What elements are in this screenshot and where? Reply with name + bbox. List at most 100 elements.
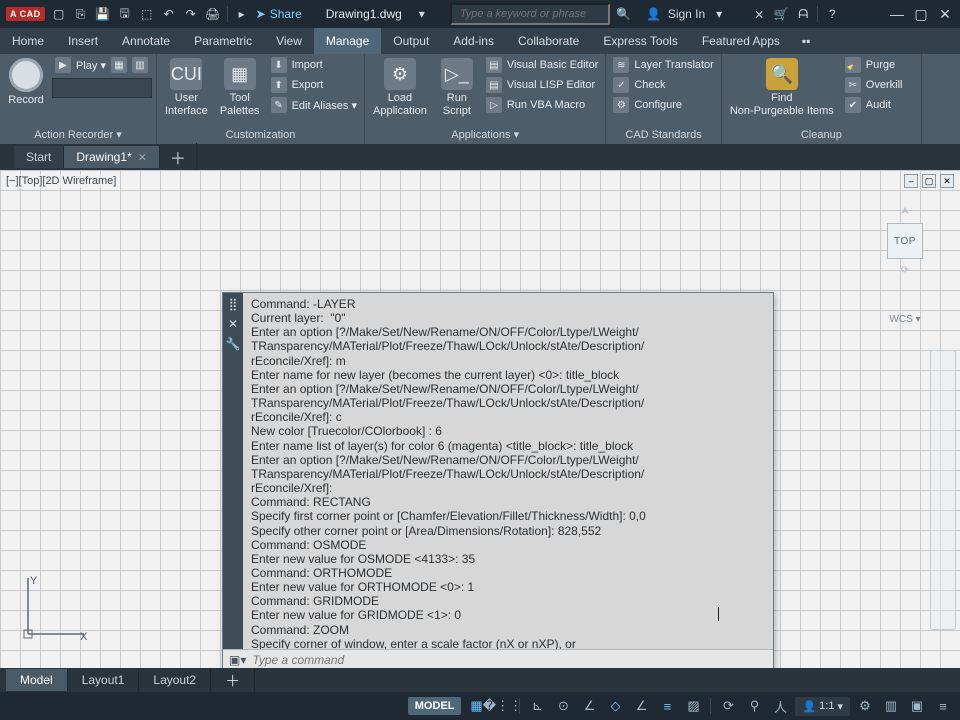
vb-editor-button[interactable]: ▤ Visual Basic Editor bbox=[483, 56, 602, 74]
qat-overflow-icon[interactable]: ▸ bbox=[234, 6, 250, 22]
viewport-label[interactable]: [−][Top][2D Wireframe] bbox=[4, 174, 118, 188]
tab-annotate[interactable]: Annotate bbox=[110, 28, 182, 54]
panel-title: Cleanup bbox=[726, 127, 917, 144]
tab-overflow-icon[interactable]: ▪▪ bbox=[792, 28, 821, 54]
import-button[interactable]: ⬇ Import bbox=[268, 56, 360, 74]
cmdwin-close-icon[interactable]: ✕ bbox=[228, 317, 238, 331]
tab-insert[interactable]: Insert bbox=[56, 28, 110, 54]
wrench-icon[interactable]: 🔧 bbox=[226, 337, 241, 351]
export-button[interactable]: ⬆ Export bbox=[268, 76, 360, 94]
customize-icon[interactable]: ≡ bbox=[932, 696, 954, 716]
layout-model[interactable]: Model bbox=[6, 669, 68, 691]
transparency-icon[interactable]: ▨ bbox=[682, 696, 704, 716]
signin-dropdown-icon[interactable]: ▾ bbox=[711, 6, 727, 22]
check-button[interactable]: ✓ Check bbox=[610, 76, 716, 94]
doctab-start[interactable]: Start bbox=[14, 146, 64, 168]
find-nonpurgeable-button[interactable]: 🔍 Find Non-Purgeable Items bbox=[726, 56, 838, 119]
help-icon[interactable]: ? bbox=[824, 6, 840, 22]
lisp-editor-button[interactable]: ▤ Visual LISP Editor bbox=[483, 76, 602, 94]
navigation-bar[interactable] bbox=[930, 350, 956, 630]
doc-dropdown-icon[interactable]: ▾ bbox=[414, 6, 430, 22]
user-icon[interactable]: 👤 bbox=[646, 6, 662, 22]
gear-icon[interactable]: ⚙ bbox=[854, 696, 876, 716]
minimize-button[interactable]: — bbox=[888, 6, 906, 23]
command-input[interactable] bbox=[252, 653, 767, 667]
tab-addins[interactable]: Add-ins bbox=[441, 28, 506, 54]
panel-title[interactable]: Action Recorder ▾ bbox=[4, 126, 152, 144]
tab-parametric[interactable]: Parametric bbox=[182, 28, 264, 54]
close-button[interactable]: ✕ bbox=[936, 6, 954, 23]
saveas-icon[interactable]: 🖫 bbox=[117, 6, 133, 22]
signin-label[interactable]: Sign In bbox=[668, 7, 705, 21]
drawing-canvas[interactable]: [−][Top][2D Wireframe] – ▢ ✕ ⮝ TOP ⟳ WCS… bbox=[0, 170, 960, 668]
share-button[interactable]: ➤ Share bbox=[256, 7, 302, 21]
audit-button[interactable]: ✔ Audit bbox=[842, 96, 906, 114]
tab-home[interactable]: Home bbox=[0, 28, 56, 54]
close-icon[interactable]: ✕ bbox=[138, 151, 147, 164]
layout-layout2[interactable]: Layout2 bbox=[139, 669, 211, 691]
viewcube-face[interactable]: TOP bbox=[887, 223, 923, 259]
tab-view[interactable]: View bbox=[264, 28, 314, 54]
layout-layout1[interactable]: Layout1 bbox=[68, 669, 140, 691]
load-application-button[interactable]: ⚙ Load Application bbox=[369, 56, 431, 119]
record-button[interactable]: Record bbox=[4, 56, 48, 109]
annomonitor-icon[interactable]: ⚲ bbox=[743, 696, 765, 716]
edit-aliases-button[interactable]: ✎ Edit Aliases ▾ bbox=[268, 96, 360, 114]
command-window[interactable]: ⣿ ✕ 🔧 Command: -LAYER Current layer: "0"… bbox=[222, 292, 774, 668]
panel-title: CAD Standards bbox=[610, 127, 716, 144]
add-layout-button[interactable]: ＋ bbox=[211, 666, 255, 695]
configure-button[interactable]: ⚙ Configure bbox=[610, 96, 716, 114]
overkill-button[interactable]: ✂ Overkill bbox=[842, 76, 906, 94]
annoscale-icon[interactable]: 人 bbox=[769, 696, 791, 716]
lineweight-icon[interactable]: ≡ bbox=[656, 696, 678, 716]
cart-icon[interactable]: 🛒 bbox=[773, 6, 789, 22]
open-icon[interactable]: ⎘ bbox=[73, 6, 89, 22]
layer-translator-button[interactable]: ≋ Layer Translator bbox=[610, 56, 716, 74]
cmdwin-handle[interactable]: ⣿ ✕ 🔧 bbox=[223, 293, 243, 649]
purge-button[interactable]: 🧹 Purge bbox=[842, 56, 906, 74]
new-drawing-button[interactable]: ＋ bbox=[160, 143, 197, 171]
tab-featured[interactable]: Featured Apps bbox=[690, 28, 792, 54]
doctab-drawing1[interactable]: Drawing1* ✕ bbox=[64, 146, 160, 168]
help-search-input[interactable] bbox=[450, 3, 610, 25]
ortho-icon[interactable]: ⊾ bbox=[526, 696, 548, 716]
osnap-icon[interactable]: ◇ bbox=[604, 696, 626, 716]
preview-icon[interactable]: ▦ bbox=[111, 57, 127, 73]
maximize-button[interactable]: ▢ bbox=[912, 6, 930, 23]
vp-close-icon[interactable]: ✕ bbox=[940, 174, 954, 188]
macro-select[interactable] bbox=[52, 78, 152, 98]
search-icon[interactable]: 🔍 bbox=[616, 6, 632, 22]
web-icon[interactable]: ⬚ bbox=[139, 6, 155, 22]
app-a-icon[interactable]: ᗩ bbox=[795, 6, 811, 22]
new-icon[interactable]: ▢ bbox=[51, 6, 67, 22]
cycling-icon[interactable]: ⟳ bbox=[717, 696, 739, 716]
vp-min-icon[interactable]: – bbox=[904, 174, 918, 188]
vp-max-icon[interactable]: ▢ bbox=[922, 174, 936, 188]
tab-manage[interactable]: Manage bbox=[314, 28, 381, 54]
run-vba-button[interactable]: ▷ Run VBA Macro bbox=[483, 96, 602, 114]
polar-icon[interactable]: ⊙ bbox=[552, 696, 574, 716]
otrack-icon[interactable]: ∠ bbox=[630, 696, 652, 716]
workspace-icon[interactable]: ▥ bbox=[880, 696, 902, 716]
panel-title[interactable]: Applications ▾ bbox=[369, 126, 601, 144]
wcs-label[interactable]: WCS ▾ bbox=[866, 314, 944, 325]
exchange-icon[interactable]: ⨯ bbox=[751, 6, 767, 22]
tab-express[interactable]: Express Tools bbox=[591, 28, 689, 54]
viewcube[interactable]: ⮝ TOP ⟳ WCS ▾ bbox=[866, 206, 944, 325]
play-button[interactable]: ▶ Play ▾ ▦ ▥ bbox=[52, 56, 152, 74]
save-icon[interactable]: 💾 bbox=[95, 6, 111, 22]
modelspace-toggle[interactable]: MODEL bbox=[408, 697, 462, 715]
plot-icon[interactable]: 🖨 bbox=[205, 6, 221, 22]
scale-display[interactable]: 👤 1:1 ▾ bbox=[795, 697, 850, 716]
cleanscreen-icon[interactable]: ▣ bbox=[906, 696, 928, 716]
undo-icon[interactable]: ↶ bbox=[161, 6, 177, 22]
redo-icon[interactable]: ↷ bbox=[183, 6, 199, 22]
isodraft-icon[interactable]: ∠ bbox=[578, 696, 600, 716]
run-script-button[interactable]: ▷_ Run Script bbox=[435, 56, 479, 119]
tab-output[interactable]: Output bbox=[381, 28, 441, 54]
snapmode-icon[interactable]: �⋮⋮ bbox=[491, 696, 513, 716]
settings-icon[interactable]: ▥ bbox=[132, 57, 148, 73]
tool-palettes-button[interactable]: ▦ Tool Palettes bbox=[216, 56, 264, 119]
user-interface-button[interactable]: CUI User Interface bbox=[161, 56, 212, 119]
tab-collaborate[interactable]: Collaborate bbox=[506, 28, 591, 54]
